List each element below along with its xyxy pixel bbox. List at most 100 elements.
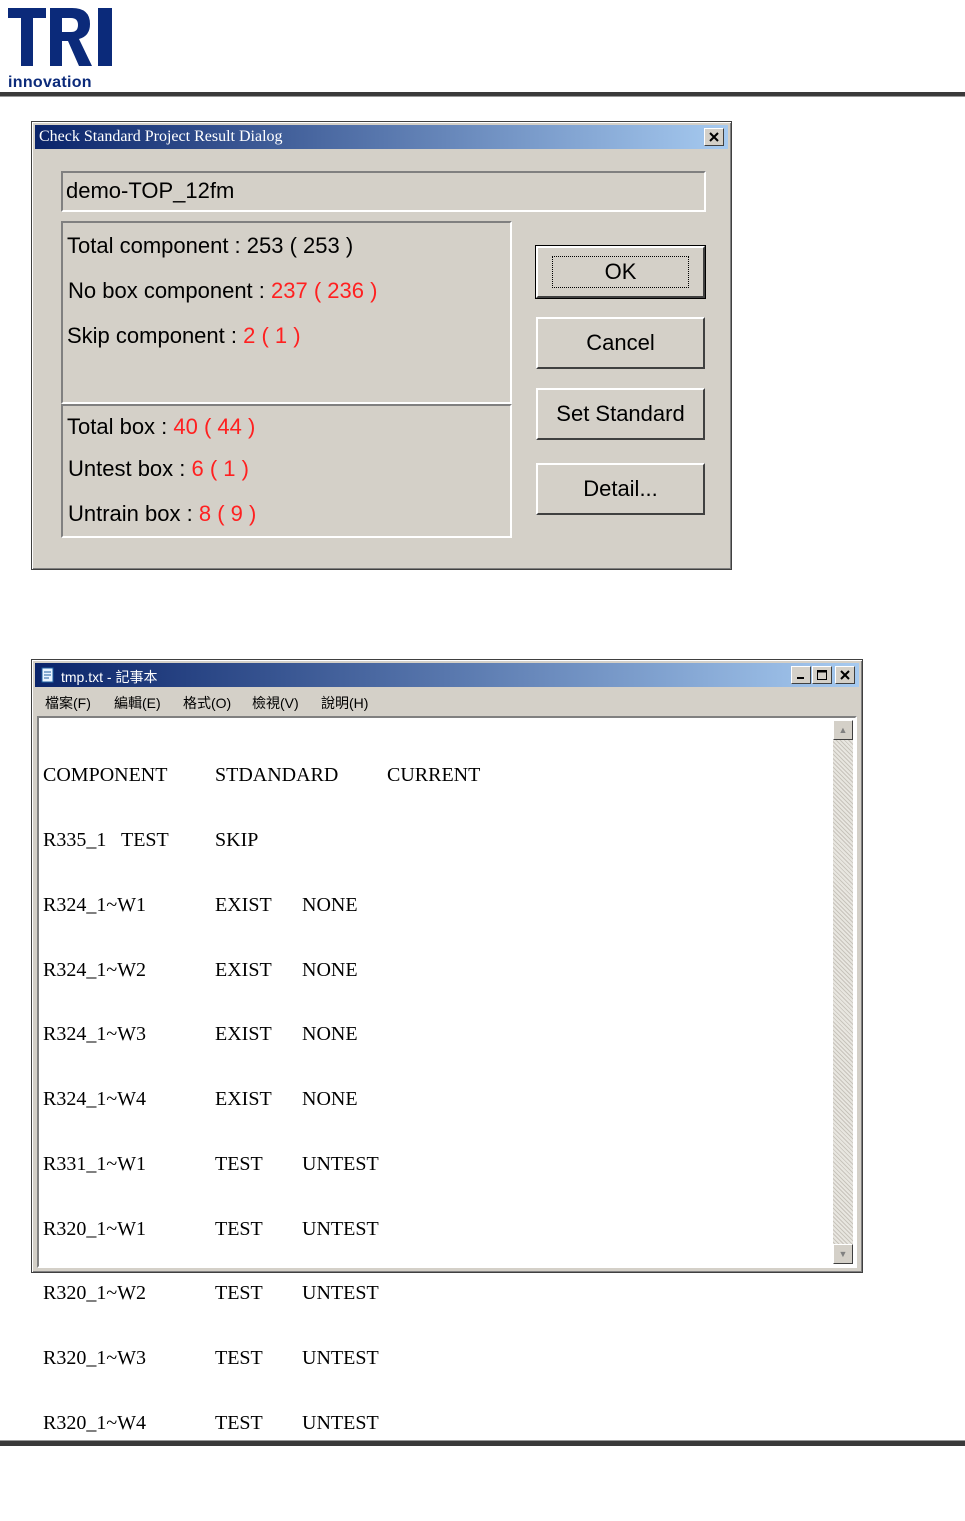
row-current: NONE — [302, 893, 358, 916]
maximize-button[interactable] — [812, 666, 832, 684]
set-standard-button[interactable]: Set Standard — [536, 388, 705, 440]
minimize-icon — [797, 677, 804, 679]
untest-box-label: Untest box : — [68, 456, 186, 481]
skip-component-label: Skip component : — [67, 323, 237, 348]
notepad-titlebar[interactable]: tmp.txt - 記事本 — [35, 663, 859, 687]
text-row: R324_1~W3 EXIST NONE — [43, 1024, 358, 1046]
row-current: UNTEST — [302, 1347, 379, 1370]
row-standard: EXIST — [215, 893, 272, 916]
menu-edit[interactable]: 編輯(E) — [114, 693, 161, 713]
close-icon — [840, 670, 850, 680]
notepad-window: tmp.txt - 記事本 檔案(F) 編輯(E) 格式(O) 檢視(V) 說明… — [31, 659, 863, 1434]
row-standard: TEST — [215, 1347, 263, 1370]
cancel-button[interactable]: Cancel — [536, 317, 705, 369]
vertical-scrollbar[interactable]: ▲ ▼ — [833, 720, 853, 1264]
untrain-box-label: Untrain box : — [68, 501, 193, 526]
scroll-up-button[interactable]: ▲ — [833, 720, 853, 740]
row-component: R324_1~W2 — [43, 958, 147, 981]
no-box-component-stat: No box component : 237 ( 236 ) — [68, 278, 377, 304]
project-name-field[interactable]: demo-TOP_12fm — [61, 171, 706, 212]
menu-help[interactable]: 說明(H) — [321, 693, 368, 713]
box-stats-group: Total box : 40 ( 44 ) Untest box : 6 ( 1… — [61, 404, 512, 538]
menu-file[interactable]: 檔案(F) — [45, 693, 91, 713]
menu-view[interactable]: 檢視(V) — [252, 693, 299, 713]
ok-button[interactable]: OK — [535, 245, 706, 299]
menu-format[interactable]: 格式(O) — [183, 693, 231, 713]
row-standard: EXIST — [215, 1023, 272, 1046]
untest-box-value: 6 ( 1 ) — [191, 456, 249, 481]
text-row: R320_1~W1 TEST UNTEST — [43, 1218, 379, 1241]
detail-button[interactable]: Detail... — [536, 463, 705, 515]
logo-text: innovation — [8, 74, 92, 91]
row-current: NONE — [302, 1088, 358, 1111]
arrow-down-icon: ▼ — [838, 1249, 848, 1259]
row-standard: EXIST — [215, 1088, 272, 1111]
row-standard: TEST — [215, 1412, 263, 1434]
text-row: R324_1~W4 EXIST NONE — [43, 1088, 358, 1111]
dialog-title: Check Standard Project Result Dialog — [39, 128, 283, 145]
arrow-up-icon: ▲ — [838, 725, 848, 735]
row-component: R324_1~W3 — [43, 1023, 147, 1046]
row-component: R320_1~W1 — [43, 1217, 147, 1240]
scroll-down-button[interactable]: ▼ — [833, 1244, 853, 1264]
header-component: COMPONENT — [43, 764, 168, 787]
header-rule — [0, 92, 965, 97]
tri-logo-mark — [8, 8, 112, 66]
skip-component-stat: Skip component : 2 ( 1 ) — [67, 323, 301, 349]
row-current: NONE — [302, 958, 358, 981]
text-row: R320_1~W4 TEST UNTEST — [43, 1412, 379, 1435]
row-current: NONE — [302, 1023, 358, 1046]
text-row: R335_1 TEST SKIP — [43, 829, 258, 852]
row-component: R320_1~W4 — [43, 1412, 147, 1434]
footer-rule — [0, 1440, 965, 1446]
notepad-close-button[interactable] — [835, 666, 855, 684]
header-current: CURRENT — [387, 764, 481, 787]
close-button[interactable] — [704, 128, 724, 146]
row-current: UNTEST — [302, 1217, 379, 1240]
component-stats-group: Total component : 253 ( 253 ) No box com… — [61, 221, 512, 404]
text-row: R324_1~W1 EXIST NONE — [43, 894, 358, 917]
row-component: R335_1 TEST — [43, 828, 169, 851]
total-component-label: Total component : — [67, 233, 241, 258]
notepad-icon — [41, 667, 54, 683]
no-box-component-value: 237 ( 236 ) — [271, 278, 378, 303]
maximize-icon — [817, 670, 827, 680]
set-standard-button-label: Set Standard — [556, 401, 685, 426]
skip-component-value: 2 ( 1 ) — [243, 323, 301, 348]
untest-box-stat: Untest box : 6 ( 1 ) — [68, 456, 249, 482]
tri-logo: innovation — [6, 4, 118, 91]
row-standard: EXIST — [215, 958, 272, 981]
detail-button-label: Detail... — [583, 476, 658, 501]
close-icon — [709, 132, 719, 142]
row-component: R324_1~W1 — [43, 893, 147, 916]
row-standard: TEST — [215, 1217, 263, 1240]
row-component: R324_1~W4 — [43, 1088, 147, 1111]
untrain-box-value: 8 ( 9 ) — [198, 501, 257, 526]
text-content: COMPONENT STDANDARD CURRENT R335_1 TEST … — [43, 722, 480, 1478]
check-standard-dialog: Check Standard Project Result Dialog dem… — [31, 121, 732, 570]
notepad-menubar: 檔案(F) 編輯(E) 格式(O) 檢視(V) 說明(H) — [35, 688, 859, 716]
total-box-stat: Total box : 40 ( 44 ) — [67, 414, 255, 440]
total-component-value: 253 ( 253 ) — [246, 233, 354, 258]
text-row: R320_1~W2 TEST UNTEST — [43, 1283, 379, 1305]
row-standard: SKIP — [215, 828, 259, 851]
row-current: UNTEST — [302, 1412, 379, 1434]
row-current: UNTEST — [302, 1282, 379, 1305]
header-line: COMPONENT STDANDARD CURRENT — [43, 765, 480, 787]
header-standard: STDANDARD — [215, 764, 339, 787]
row-component: R320_1~W2 — [43, 1282, 147, 1305]
notepad-text-area[interactable]: COMPONENT STDANDARD CURRENT R335_1 TEST … — [37, 716, 857, 1434]
row-current: UNTEST — [302, 1152, 379, 1175]
notepad-title: tmp.txt - 記事本 — [61, 669, 158, 685]
dialog-titlebar[interactable]: Check Standard Project Result Dialog — [35, 125, 728, 149]
total-box-label: Total box : — [67, 414, 168, 439]
total-box-value: 40 ( 44 ) — [173, 414, 256, 439]
row-standard: TEST — [215, 1282, 263, 1305]
row-standard: TEST — [215, 1152, 263, 1175]
ok-button-label: OK — [551, 256, 690, 288]
minimize-button[interactable] — [791, 666, 811, 684]
row-component: R331_1~W1 — [43, 1152, 147, 1175]
row-component: R320_1~W3 — [43, 1347, 147, 1370]
text-row: R320_1~W3 TEST UNTEST — [43, 1348, 379, 1370]
untrain-box-stat: Untrain box : 8 ( 9 ) — [68, 501, 256, 527]
